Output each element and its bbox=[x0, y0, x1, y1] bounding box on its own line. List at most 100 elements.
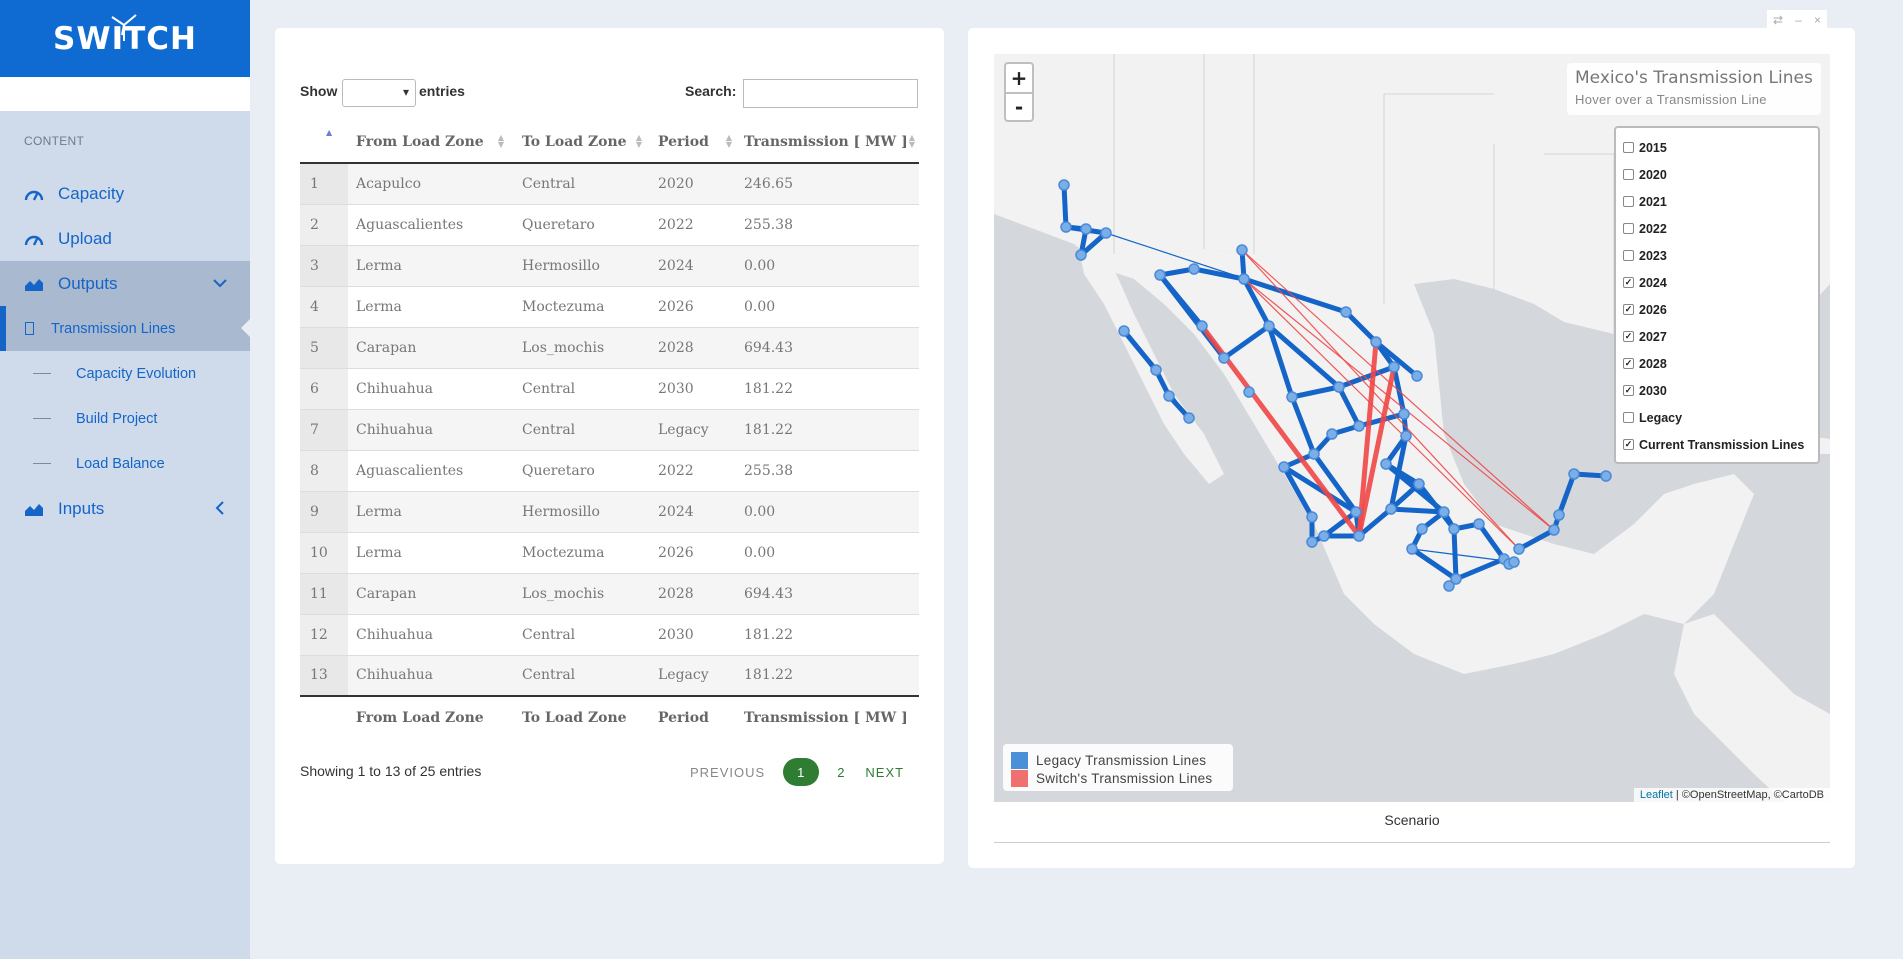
checkbox-checked[interactable]: ✓ bbox=[1623, 331, 1634, 342]
table-row[interactable]: 13 Chihuahua Central Legacy 181.22 bbox=[300, 655, 919, 697]
load-zone-node[interactable] bbox=[1548, 524, 1560, 536]
table-row[interactable]: 2 Aguascalientes Queretaro 2022 255.38 bbox=[300, 204, 919, 246]
load-zone-node[interactable] bbox=[1318, 530, 1330, 542]
checkbox-checked[interactable]: ✓ bbox=[1623, 385, 1634, 396]
load-zone-node[interactable] bbox=[1448, 523, 1460, 535]
checkbox-checked[interactable]: ✓ bbox=[1623, 439, 1634, 450]
close-icon[interactable]: × bbox=[1814, 13, 1821, 27]
table-row[interactable]: 10 Lerma Moctezuma 2026 0.00 bbox=[300, 532, 919, 574]
subnav-item-build-project[interactable]: Build Project bbox=[0, 396, 250, 441]
layer-option[interactable]: ✓ 2024 bbox=[1623, 269, 1818, 296]
table-row[interactable]: 1 Acapulco Central 2020 246.65 bbox=[300, 163, 919, 205]
column-header-to[interactable]: To Load Zone ▲ ▼ bbox=[508, 121, 646, 164]
load-zone-node[interactable] bbox=[1236, 244, 1248, 256]
layer-option[interactable]: Legacy bbox=[1623, 404, 1818, 431]
table-row[interactable]: 3 Lerma Hermosillo 2024 0.00 bbox=[300, 245, 919, 287]
nav-item-outputs[interactable]: Outputs bbox=[0, 261, 250, 306]
next-button[interactable]: NEXT bbox=[865, 765, 904, 780]
checkbox-unchecked[interactable] bbox=[1623, 412, 1634, 423]
layer-option[interactable]: 2021 bbox=[1623, 188, 1818, 215]
checkbox-unchecked[interactable] bbox=[1623, 196, 1634, 207]
checkbox-unchecked[interactable] bbox=[1623, 142, 1634, 153]
load-zone-node[interactable] bbox=[1183, 412, 1195, 424]
load-zone-node[interactable] bbox=[1118, 325, 1130, 337]
brand-logo[interactable]: SWITCH bbox=[0, 0, 250, 77]
load-zone-node[interactable] bbox=[1238, 273, 1250, 285]
load-zone-node[interactable] bbox=[1438, 506, 1450, 518]
load-zone-node[interactable] bbox=[1306, 536, 1318, 548]
load-zone-node[interactable] bbox=[1398, 408, 1410, 420]
column-header-index[interactable]: ▲ bbox=[300, 121, 348, 164]
layer-option[interactable]: ✓ 2028 bbox=[1623, 350, 1818, 377]
table-row[interactable]: 4 Lerma Moctezuma 2026 0.00 bbox=[300, 286, 919, 328]
subnav-item-transmission-lines[interactable]: Transmission Lines bbox=[0, 306, 250, 351]
checkbox-checked[interactable]: ✓ bbox=[1623, 277, 1634, 288]
swap-icon[interactable]: ⇄ bbox=[1773, 13, 1783, 27]
load-zone-node[interactable] bbox=[1080, 223, 1092, 235]
load-zone-node[interactable] bbox=[1406, 543, 1418, 555]
load-zone-node[interactable] bbox=[1218, 352, 1230, 364]
page-2-button[interactable]: 2 bbox=[837, 765, 845, 780]
checkbox-checked[interactable]: ✓ bbox=[1623, 304, 1634, 315]
load-zone-node[interactable] bbox=[1154, 269, 1166, 281]
table-row[interactable]: 5 Carapan Los_mochis 2028 694.43 bbox=[300, 327, 919, 369]
load-zone-node[interactable] bbox=[1163, 390, 1175, 402]
checkbox-unchecked[interactable] bbox=[1623, 250, 1634, 261]
page-1-button[interactable]: 1 bbox=[783, 758, 820, 786]
load-zone-node[interactable] bbox=[1513, 543, 1525, 555]
checkbox-unchecked[interactable] bbox=[1623, 169, 1634, 180]
table-row[interactable]: 11 Carapan Los_mochis 2028 694.43 bbox=[300, 573, 919, 615]
zoom-in-button[interactable]: + bbox=[1004, 62, 1034, 92]
load-zone-node[interactable] bbox=[1568, 468, 1580, 480]
load-zone-node[interactable] bbox=[1380, 458, 1392, 470]
load-zone-node[interactable] bbox=[1353, 420, 1365, 432]
load-zone-node[interactable] bbox=[1411, 370, 1423, 382]
load-zone-node[interactable] bbox=[1473, 518, 1485, 530]
leaflet-link[interactable]: Leaflet bbox=[1640, 789, 1673, 801]
load-zone-node[interactable] bbox=[1278, 461, 1290, 473]
load-zone-node[interactable] bbox=[1243, 386, 1255, 398]
search-input[interactable] bbox=[743, 79, 918, 108]
subnav-item-capacity-evolution[interactable]: Capacity Evolution bbox=[0, 351, 250, 396]
load-zone-node[interactable] bbox=[1333, 381, 1345, 393]
load-zone-node[interactable] bbox=[1443, 580, 1455, 592]
table-row[interactable]: 7 Chihuahua Central Legacy 181.22 bbox=[300, 409, 919, 451]
layer-option[interactable]: ✓ Current Transmission Lines bbox=[1623, 431, 1818, 458]
load-zone-node[interactable] bbox=[1353, 530, 1365, 542]
table-row[interactable]: 6 Chihuahua Central 2030 181.22 bbox=[300, 368, 919, 410]
table-row[interactable]: 12 Chihuahua Central 2030 181.22 bbox=[300, 614, 919, 656]
load-zone-node[interactable] bbox=[1326, 428, 1338, 440]
layer-option[interactable]: ✓ 2026 bbox=[1623, 296, 1818, 323]
load-zone-node[interactable] bbox=[1553, 509, 1565, 521]
entries-select[interactable] bbox=[342, 79, 416, 107]
load-zone-node[interactable] bbox=[1600, 470, 1612, 482]
load-zone-node[interactable] bbox=[1370, 336, 1382, 348]
column-header-from[interactable]: From Load Zone ▲ ▼ bbox=[348, 121, 508, 164]
load-zone-node[interactable] bbox=[1075, 249, 1087, 261]
zoom-out-button[interactable]: - bbox=[1004, 92, 1034, 122]
load-zone-node[interactable] bbox=[1060, 221, 1072, 233]
layer-option[interactable]: ✓ 2027 bbox=[1623, 323, 1818, 350]
layer-option[interactable]: 2015 bbox=[1623, 134, 1818, 161]
load-zone-node[interactable] bbox=[1400, 430, 1412, 442]
subnav-item-load-balance[interactable]: Load Balance bbox=[0, 441, 250, 486]
nav-item-inputs[interactable]: Inputs bbox=[0, 486, 250, 531]
nav-item-upload[interactable]: Upload bbox=[0, 216, 250, 261]
nav-item-capacity[interactable]: Capacity bbox=[0, 171, 250, 216]
transmission-map[interactable]: + - Mexico's Transmission Lines Hover ov… bbox=[994, 54, 1830, 802]
table-row[interactable]: 9 Lerma Hermosillo 2024 0.00 bbox=[300, 491, 919, 533]
load-zone-node[interactable] bbox=[1508, 556, 1520, 568]
load-zone-node[interactable] bbox=[1340, 306, 1352, 318]
load-zone-node[interactable] bbox=[1150, 364, 1162, 376]
layer-option[interactable]: 2023 bbox=[1623, 242, 1818, 269]
layer-option[interactable]: ✓ 2030 bbox=[1623, 377, 1818, 404]
column-header-transmission[interactable]: Transmission [ MW ] ▲ ▼ bbox=[736, 121, 919, 164]
load-zone-node[interactable] bbox=[1308, 448, 1320, 460]
checkbox-unchecked[interactable] bbox=[1623, 223, 1634, 234]
minimize-icon[interactable]: – bbox=[1795, 13, 1802, 27]
load-zone-node[interactable] bbox=[1100, 227, 1112, 239]
load-zone-node[interactable] bbox=[1306, 511, 1318, 523]
load-zone-node[interactable] bbox=[1188, 263, 1200, 275]
load-zone-node[interactable] bbox=[1058, 179, 1070, 191]
layer-option[interactable]: 2022 bbox=[1623, 215, 1818, 242]
